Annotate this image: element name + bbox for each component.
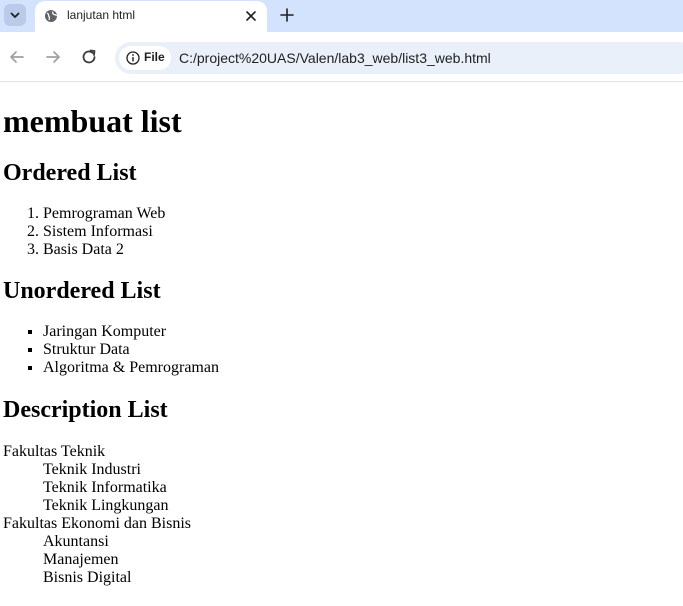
unordered-list-item: Jaringan Komputer — [43, 323, 683, 341]
page-title: membuat list — [3, 103, 182, 139]
description-list-heading: Description List — [3, 397, 168, 423]
unordered-list-item: Algoritma & Pemrograman — [43, 359, 683, 377]
description-term: Fakultas Teknik — [3, 443, 106, 460]
globe-icon — [45, 10, 58, 22]
description-list: Fakultas Teknik Teknik Industri Teknik I… — [3, 443, 683, 587]
site-info-chip[interactable]: File — [119, 46, 171, 70]
close-icon[interactable] — [243, 8, 259, 24]
ordered-list-item: Sistem Informasi — [43, 223, 683, 241]
forward-arrow-icon[interactable] — [43, 47, 63, 67]
description-definition: Teknik Lingkungan — [43, 497, 169, 514]
url-text[interactable]: C:/project%20UAS/Valen/lab3_web/list3_we… — [179, 50, 491, 66]
site-chip-label: File — [144, 50, 165, 64]
active-tab[interactable]: lanjutan html — [35, 1, 267, 32]
description-definition: Akuntansi — [43, 533, 109, 550]
page-content: membuat list Ordered List Pemrograman We… — [0, 103, 683, 587]
back-arrow-icon[interactable] — [7, 47, 27, 67]
description-definition: Teknik Industri — [43, 461, 141, 478]
tab-search-button[interactable] — [4, 4, 26, 26]
new-tab-plus-icon[interactable] — [278, 6, 296, 24]
unordered-list-item: Struktur Data — [43, 341, 683, 359]
address-bar[interactable]: File C:/project%20UAS/Valen/lab3_web/lis… — [115, 42, 683, 74]
description-definition: Manajemen — [43, 551, 119, 568]
unordered-list: Jaringan Komputer Struktur Data Algoritm… — [3, 323, 683, 377]
info-icon — [126, 51, 140, 65]
ordered-list-item: Basis Data 2 — [43, 241, 683, 259]
description-term: Fakultas Ekonomi dan Bisnis — [3, 515, 191, 532]
ordered-list-item: Pemrograman Web — [43, 205, 683, 223]
ordered-list: Pemrograman Web Sistem Informasi Basis D… — [3, 205, 683, 259]
browser-toolbar: File C:/project%20UAS/Valen/lab3_web/lis… — [0, 32, 683, 82]
tab-title: lanjutan html — [67, 8, 136, 22]
chevron-down-icon — [10, 12, 20, 18]
reload-icon[interactable] — [79, 47, 99, 67]
ordered-list-heading: Ordered List — [3, 160, 137, 186]
description-definition: Bisnis Digital — [43, 569, 132, 586]
unordered-list-heading: Unordered List — [3, 278, 161, 304]
tab-strip: lanjutan html — [0, 0, 683, 32]
description-definition: Teknik Informatika — [43, 479, 167, 496]
